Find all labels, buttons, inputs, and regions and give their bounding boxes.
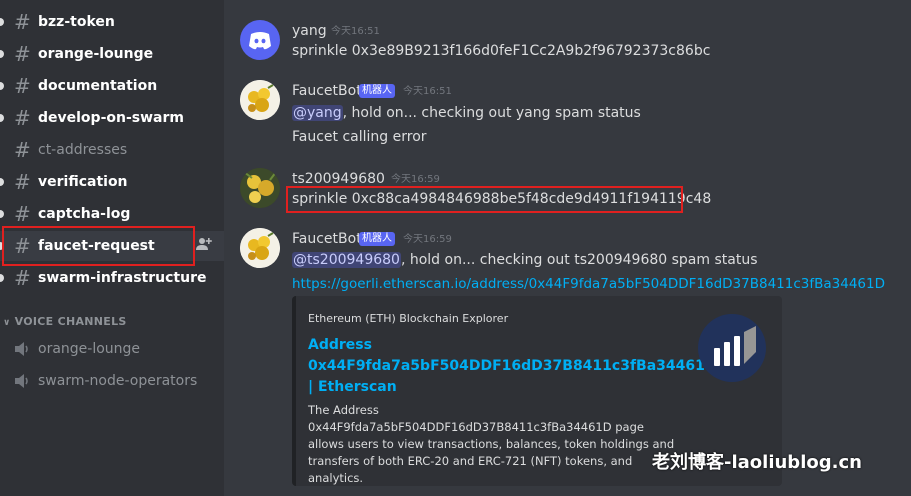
text-channel-icon: # — [14, 138, 31, 162]
faucetbot-avatar-icon — [240, 228, 280, 268]
voice-channels-header[interactable]: ∨ VOICE CHANNELS — [3, 315, 127, 328]
text-channel-icon: # — [14, 170, 31, 194]
avatar[interactable] — [240, 20, 280, 60]
channel-label: develop-on-swarm — [38, 110, 184, 126]
user-avatar-icon — [240, 168, 280, 208]
message-text: Faucet calling error — [292, 129, 427, 145]
text-channel-icon: # — [14, 266, 31, 290]
etherscan-logo-icon[interactable] — [696, 312, 768, 384]
channel-ct-addresses[interactable]: # ct-addresses — [0, 136, 224, 164]
embed-description: The Address 0x44F9fda7a5bF504DDF16dD37B8… — [308, 403, 675, 485]
unread-indicator — [0, 50, 4, 58]
avatar[interactable] — [240, 80, 280, 120]
embed-title[interactable]: Address 0x44F9fda7a5bF504DDF16dD37B8411c… — [308, 335, 716, 398]
channel-label: ct-addresses — [38, 142, 128, 158]
channel-label: documentation — [38, 78, 158, 94]
message-text-rest: , hold on... checking out ts200949680 sp… — [400, 252, 758, 268]
chevron-down-icon: ∨ — [3, 318, 11, 328]
channel-documentation[interactable]: # documentation — [0, 72, 224, 100]
faucetbot-avatar-icon — [240, 80, 280, 120]
unread-indicator — [0, 18, 4, 26]
bot-badge: 机器人 — [359, 84, 395, 98]
highlight-box — [286, 186, 683, 213]
watermark-text: 老刘博客-laoliublog.cn — [652, 452, 862, 473]
message-text-rest: , hold on... checking out yang spam stat… — [342, 105, 641, 121]
avatar[interactable] — [240, 228, 280, 268]
unread-indicator — [0, 210, 4, 218]
text-channel-icon: # — [14, 106, 31, 130]
text-channel-icon: # — [14, 202, 31, 226]
channel-bzz-token[interactable]: # bzz-token — [0, 8, 224, 36]
message-text: @ts200949680, hold on... checking out ts… — [292, 251, 758, 269]
channel-label: captcha-log — [38, 206, 131, 222]
bot-badge: 机器人 — [359, 232, 395, 246]
message-timestamp: 今天16:51 — [331, 26, 380, 37]
message-timestamp: 今天16:51 — [403, 86, 452, 97]
channel-develop-on-swarm[interactable]: # develop-on-swarm — [0, 104, 224, 132]
text-channel-icon: # — [14, 10, 31, 34]
user-mention[interactable]: @ts200949680 — [292, 252, 401, 268]
channel-label: orange-lounge — [38, 46, 154, 62]
unread-indicator — [0, 178, 4, 186]
channel-orange-lounge[interactable]: # orange-lounge — [0, 40, 224, 68]
message-text: @yang, hold on... checking out yang spam… — [292, 104, 641, 122]
channel-label: swarm-infrastructure — [38, 270, 207, 286]
channel-label: bzz-token — [38, 14, 115, 30]
message-text: sprinkle 0x3e89B9213f166d0feF1Cc2A9b2f96… — [292, 43, 711, 59]
etherscan-link[interactable]: https://goerli.etherscan.io/address/0x44… — [292, 275, 885, 293]
channel-swarm-infrastructure[interactable]: # swarm-infrastructure — [0, 264, 224, 292]
speaker-icon — [15, 374, 28, 388]
channel-verification[interactable]: # verification — [0, 168, 224, 196]
channel-label: verification — [38, 174, 128, 190]
unread-indicator — [0, 114, 4, 122]
channel-captcha-log[interactable]: # captcha-log — [0, 200, 224, 228]
text-channel-icon: # — [14, 74, 31, 98]
embed-provider[interactable]: Ethereum (ETH) Blockchain Explorer — [308, 312, 508, 325]
user-mention[interactable]: @yang — [292, 105, 343, 121]
channel-label: swarm-node-operators — [38, 373, 198, 389]
message-timestamp: 今天16:59 — [403, 234, 452, 245]
message-author[interactable]: FaucetBot — [292, 230, 362, 248]
add-member-icon[interactable] — [196, 236, 212, 252]
message-author[interactable]: yang — [292, 22, 327, 40]
channel-label: orange-lounge — [38, 341, 141, 357]
message-timestamp: 今天16:59 — [391, 174, 440, 185]
unread-indicator — [0, 82, 4, 90]
section-title-label: VOICE CHANNELS — [14, 315, 127, 328]
voice-channel-orange-lounge[interactable]: orange-lounge — [0, 335, 224, 363]
text-channel-icon: # — [14, 42, 31, 66]
highlight-box — [2, 226, 195, 266]
avatar[interactable] — [240, 168, 280, 208]
discord-default-avatar-icon — [249, 32, 271, 50]
message-author[interactable]: FaucetBot — [292, 82, 362, 100]
unread-indicator — [0, 274, 4, 282]
speaker-icon — [15, 342, 28, 356]
voice-channel-swarm-node-operators[interactable]: swarm-node-operators — [0, 367, 224, 395]
